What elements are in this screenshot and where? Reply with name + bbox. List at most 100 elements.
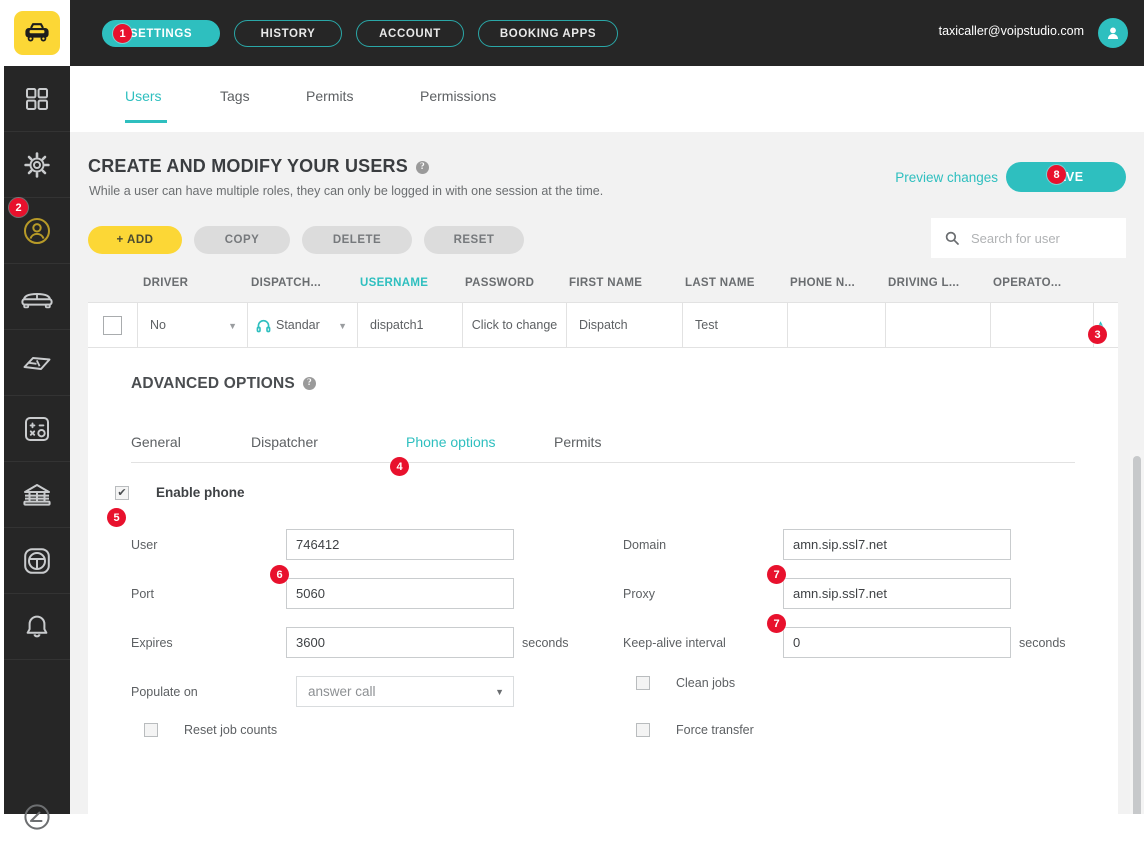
user-circle-icon bbox=[24, 217, 50, 244]
app-logo[interactable] bbox=[4, 0, 70, 66]
cell-phone-number[interactable] bbox=[788, 303, 886, 347]
clean-jobs-row[interactable]: Clean jobs bbox=[636, 676, 735, 690]
step-badge-7a: 7 bbox=[767, 565, 786, 584]
enable-phone-row[interactable]: ✔ Enable phone bbox=[115, 485, 245, 500]
cell-password[interactable]: Click to change bbox=[463, 303, 567, 347]
label-keep-alive-interval: Keep-alive interval bbox=[623, 636, 726, 650]
sidebar-item-dashboard[interactable] bbox=[4, 66, 70, 132]
clean-jobs-checkbox[interactable] bbox=[636, 676, 650, 690]
copy-button-label: COPY bbox=[224, 234, 260, 246]
tab-permits[interactable]: Permits bbox=[306, 88, 353, 104]
proxy-field[interactable]: amn.sip.ssl7.net bbox=[783, 578, 1011, 609]
advtab-permits[interactable]: Permits bbox=[554, 434, 601, 450]
cell-driving-licence[interactable] bbox=[886, 303, 991, 347]
nav-account[interactable]: ACCOUNT bbox=[356, 20, 464, 47]
force-transfer-label: Force transfer bbox=[676, 723, 754, 737]
sidebar-item-vehicles[interactable] bbox=[4, 264, 70, 330]
add-button-label: + ADD bbox=[116, 234, 154, 246]
sidebar-item-company[interactable] bbox=[4, 462, 70, 528]
sidebar-item-settings[interactable] bbox=[4, 132, 70, 198]
enable-phone-label: Enable phone bbox=[156, 485, 245, 500]
tab-active-underline bbox=[125, 120, 167, 123]
column-header-dispatcher[interactable]: DISPATCH... bbox=[251, 277, 321, 289]
port-field[interactable]: 5060 bbox=[286, 578, 514, 609]
application-window: SETTINGS HISTORY ACCOUNT BOOKING APPS ta… bbox=[0, 0, 1144, 830]
force-transfer-row[interactable]: Force transfer bbox=[636, 723, 754, 737]
expires-field[interactable]: 3600 bbox=[286, 627, 514, 658]
table-header-row: DRIVER DISPATCH... USERNAME PASSWORD FIR… bbox=[88, 268, 1118, 302]
cell-dispatcher[interactable]: Standar ▼ bbox=[248, 303, 358, 347]
column-header-driver[interactable]: DRIVER bbox=[143, 277, 188, 289]
row-select-cell[interactable] bbox=[88, 303, 138, 347]
nav-history[interactable]: HISTORY bbox=[234, 20, 342, 47]
tab-permissions[interactable]: Permissions bbox=[420, 88, 496, 104]
help-icon[interactable]: ? bbox=[415, 161, 429, 174]
save-button[interactable]: SAVE bbox=[1006, 162, 1126, 192]
force-transfer-checkbox[interactable] bbox=[636, 723, 650, 737]
sidebar-item-notifications[interactable] bbox=[4, 594, 70, 660]
sidebar-item-tariffs[interactable] bbox=[4, 396, 70, 462]
tab-users[interactable]: Users bbox=[125, 88, 162, 104]
steering-wheel-icon bbox=[24, 547, 50, 574]
page-title-text: CREATE AND MODIFY YOUR USERS bbox=[88, 156, 408, 176]
search-input[interactable]: Search for user bbox=[931, 218, 1126, 258]
zones-icon bbox=[23, 356, 51, 370]
table-row[interactable]: No ▼ Standar ▼ dispatch1 Click to change… bbox=[88, 302, 1118, 348]
cell-operator[interactable] bbox=[991, 303, 1094, 347]
label-user: User bbox=[131, 538, 158, 552]
keep-alive-interval-field[interactable]: 0 bbox=[783, 627, 1011, 658]
populate-on-select[interactable]: answer call ▼ bbox=[296, 676, 514, 707]
reset-job-counts-row[interactable]: Reset job counts bbox=[144, 723, 277, 737]
label-proxy: Proxy bbox=[623, 587, 655, 601]
delete-button[interactable]: DELETE bbox=[302, 226, 412, 254]
sidebar-item-support[interactable] bbox=[4, 784, 70, 850]
cell-dispatcher-value: Standar bbox=[276, 318, 320, 332]
help-icon[interactable]: ? bbox=[302, 377, 316, 390]
tab-tags[interactable]: Tags bbox=[220, 88, 250, 104]
clean-jobs-label: Clean jobs bbox=[676, 676, 736, 690]
nav-booking-apps-label: BOOKING APPS bbox=[499, 27, 597, 40]
avatar[interactable] bbox=[1098, 18, 1128, 48]
column-header-username[interactable]: USERNAME bbox=[360, 277, 428, 289]
label-domain: Domain bbox=[623, 538, 667, 552]
scrollbar-thumb[interactable] bbox=[1133, 456, 1141, 814]
step-badge-7b: 7 bbox=[767, 614, 786, 633]
search-icon bbox=[945, 231, 959, 245]
column-header-last-name[interactable]: LAST NAME bbox=[685, 277, 755, 289]
column-header-first-name[interactable]: FIRST NAME bbox=[569, 277, 642, 289]
page-content: CREATE AND MODIFY YOUR USERS? While a us… bbox=[70, 132, 1144, 814]
row-checkbox[interactable] bbox=[103, 315, 122, 335]
step-badge-3: 3 bbox=[1088, 325, 1107, 344]
reset-job-counts-checkbox[interactable] bbox=[144, 723, 158, 737]
nav-booking-apps[interactable]: BOOKING APPS bbox=[478, 20, 618, 47]
cell-driver[interactable]: No ▼ bbox=[138, 303, 248, 347]
column-header-password[interactable]: PASSWORD bbox=[465, 277, 534, 289]
advtab-phone-options[interactable]: Phone options bbox=[406, 434, 496, 450]
sidebar-item-drivers[interactable] bbox=[4, 528, 70, 594]
sidebar-item-zones[interactable] bbox=[4, 330, 70, 396]
advtab-general[interactable]: General bbox=[131, 434, 181, 450]
headset-icon bbox=[256, 319, 271, 332]
step-badge-2: 2 bbox=[9, 198, 28, 217]
enable-phone-checkbox[interactable]: ✔ bbox=[115, 485, 129, 500]
chevron-down-icon: ▼ bbox=[228, 321, 237, 331]
copy-button[interactable]: COPY bbox=[194, 226, 290, 254]
domain-field[interactable]: amn.sip.ssl7.net bbox=[783, 529, 1011, 560]
column-header-licence[interactable]: DRIVING L... bbox=[888, 277, 959, 289]
cell-username[interactable]: dispatch1 bbox=[358, 303, 463, 347]
step-badge-1: 1 bbox=[113, 24, 132, 43]
reset-button[interactable]: RESET bbox=[424, 226, 524, 254]
column-header-phone[interactable]: PHONE N... bbox=[790, 277, 855, 289]
user-field[interactable]: 746412 bbox=[286, 529, 514, 560]
nav-account-label: ACCOUNT bbox=[379, 27, 441, 40]
label-populate-on: Populate on bbox=[131, 685, 198, 699]
add-button[interactable]: + ADD bbox=[88, 226, 182, 254]
advanced-options-panel: ADVANCED OPTIONS? General Dispatcher Pho… bbox=[88, 348, 1118, 814]
column-header-operator[interactable]: OPERATO... bbox=[993, 277, 1061, 289]
section-tabs: Users Tags Permits Permissions bbox=[70, 66, 1144, 132]
cell-last-name[interactable]: Test bbox=[683, 303, 788, 347]
preview-changes-link[interactable]: Preview changes bbox=[895, 170, 998, 185]
chevron-down-icon: ▼ bbox=[495, 686, 504, 697]
cell-first-name[interactable]: Dispatch bbox=[567, 303, 683, 347]
advtab-dispatcher[interactable]: Dispatcher bbox=[251, 434, 318, 450]
